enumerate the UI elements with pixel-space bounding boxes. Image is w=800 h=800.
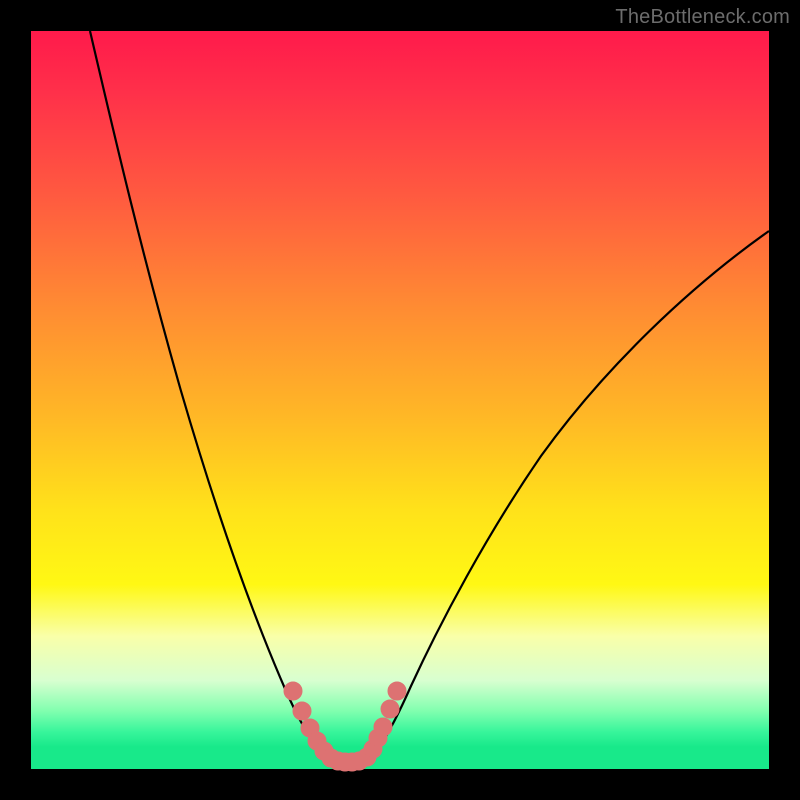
left-curve xyxy=(90,31,334,764)
right-curve xyxy=(364,231,769,764)
chart-frame: TheBottleneck.com xyxy=(0,0,800,800)
marker-blobs xyxy=(284,682,406,771)
watermark-text: TheBottleneck.com xyxy=(615,6,790,29)
chart-svg xyxy=(31,31,769,769)
